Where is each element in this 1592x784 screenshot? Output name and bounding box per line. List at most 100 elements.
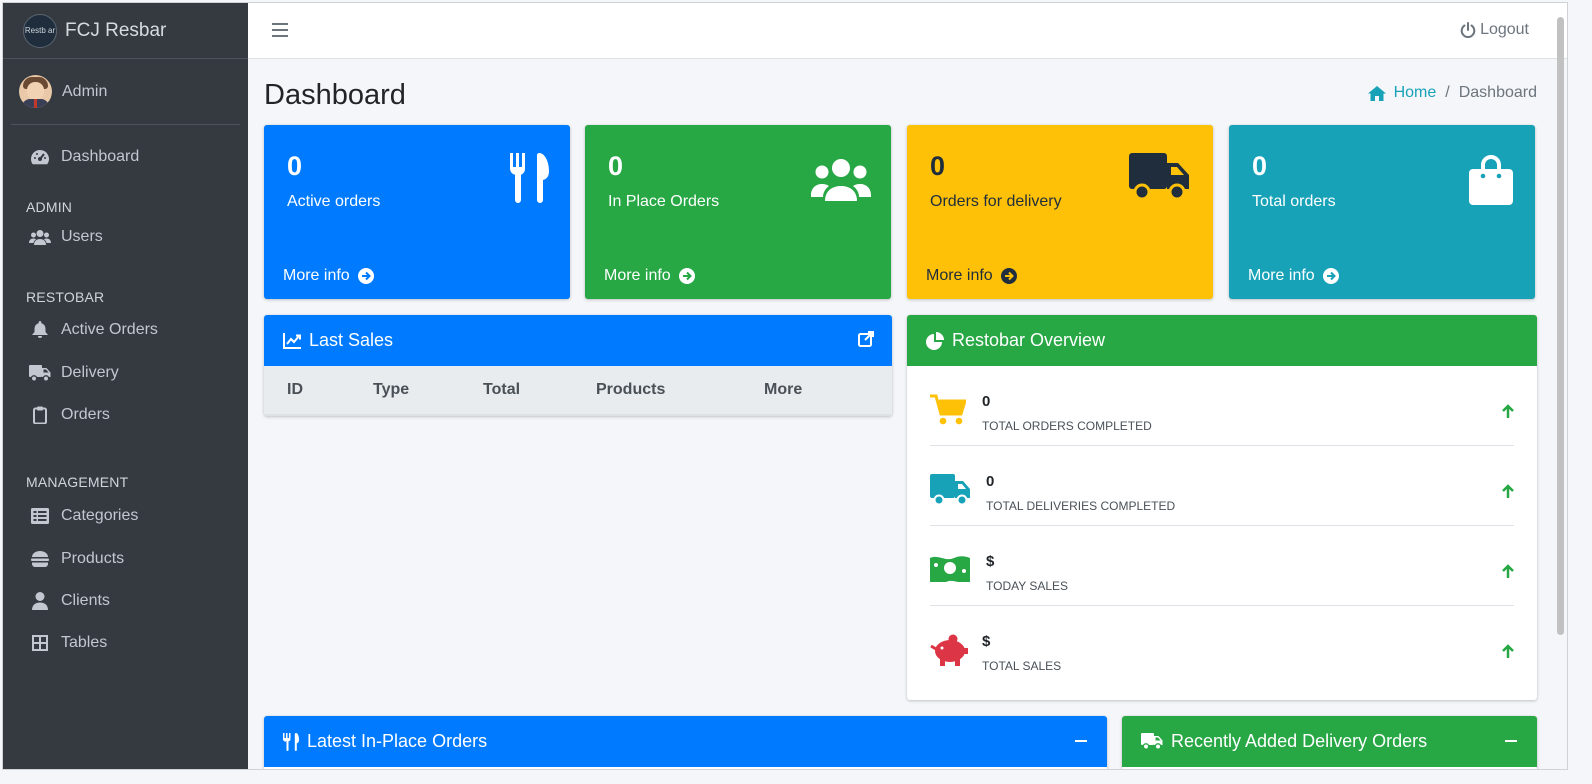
sidebar-item-clients[interactable]: Clients [3,580,248,622]
clipboard-icon [29,406,51,424]
user-icon [29,592,51,610]
last-sales-header: Last Sales [264,315,892,366]
overview-row-deliveries-completed: 0 TOTAL DELIVERIES COMPLETED [930,446,1514,526]
column-header-total[interactable]: Total [483,381,520,399]
more-info-link[interactable]: More info [283,267,374,285]
sidebar-item-tables[interactable]: Tables [3,622,248,664]
breadcrumb-current: Dashboard [1458,84,1537,101]
arrow-circle-right-icon [1000,268,1017,284]
logout-label: Logout [1480,21,1529,38]
collapse-minus-icon[interactable] [1505,740,1517,742]
card-title: Latest In-Place Orders [307,731,488,751]
breadcrumb-separator: / [1445,84,1450,101]
sidebar-item-label: Dashboard [61,148,140,165]
overview-label: TODAY SALES [986,579,1069,593]
stat-label: In Place Orders [608,193,720,210]
sidebar-item-users[interactable]: Users [3,217,248,257]
shopping-bag-icon [1469,155,1513,210]
home-icon [1367,85,1386,101]
sidebar-item-delivery[interactable]: Delivery [3,352,248,394]
utensils-icon [508,153,550,208]
stat-label: Orders for delivery [930,193,1062,210]
overview-header: Restobar Overview [907,315,1537,366]
overview-label: TOTAL ORDERS COMPLETED [982,419,1152,433]
sidebar-item-label: Tables [61,634,108,651]
avatar [19,75,52,108]
collapse-minus-icon[interactable] [1075,740,1087,742]
sidebar-item-categories[interactable]: Categories [3,494,248,538]
column-header-type[interactable]: Type [373,381,409,399]
external-link-icon[interactable] [858,331,874,352]
overview-value: $ [982,633,991,650]
stat-label: Active orders [287,193,381,210]
truck-icon [29,364,51,382]
sidebar-item-label: Clients [61,592,110,609]
cart-icon [930,394,968,431]
stat-box-orders-for-delivery: 0 Orders for delivery More info [907,125,1213,299]
brand-link[interactable]: Restb ar FCJ Resbar [3,3,248,59]
chart-line-icon [283,332,301,349]
sidebar-item-label: Active Orders [61,320,158,338]
logout-link[interactable]: Logout [1460,21,1529,39]
column-header-products[interactable]: Products [596,381,665,399]
stat-box-in-place-orders: 0 In Place Orders More info [585,125,891,299]
overview-value: 0 [982,393,991,410]
overview-row-today-sales: $ TODAY SALES [930,526,1514,606]
arrow-up-icon [1502,404,1514,423]
more-info-link[interactable]: More info [604,267,695,285]
sidebar-item-label: Delivery [61,364,119,381]
nav-header-restobar: RESTOBAR [26,289,105,305]
stat-value: 0 [287,151,303,181]
arrow-up-icon [1502,564,1514,583]
sidebar-item-label: Orders [61,406,110,423]
card-title: Last Sales [309,330,394,350]
restobar-overview-card: Restobar Overview 0 TOTAL ORDERS COMPLET… [907,315,1537,700]
hamburger-food-icon [29,550,51,568]
more-info-link[interactable]: More info [926,267,1017,285]
page-scrollbar[interactable] [1557,17,1564,635]
sidebar-item-orders[interactable]: Orders [3,394,248,436]
truck-icon [930,474,970,511]
sidebar-item-label: Users [61,228,103,245]
stat-value: 0 [1252,151,1268,181]
sidebar-item-products[interactable]: Products [3,538,248,580]
sidebar-item-dashboard[interactable]: Dashboard [3,137,248,177]
stat-box-total-orders: 0 Total orders More info [1229,125,1535,299]
truck-icon [1141,733,1163,750]
overview-row-orders-completed: 0 TOTAL ORDERS COMPLETED [930,366,1514,446]
recent-delivery-orders-card: Recently Added Delivery Orders [1122,716,1537,769]
list-icon [29,507,51,525]
recent-delivery-header: Recently Added Delivery Orders [1122,716,1537,767]
sidebar-nav: Dashboard ADMIN Users RESTOBAR Active Or… [3,125,248,664]
more-info-link[interactable]: More info [1248,267,1339,285]
overview-value: $ [986,553,995,570]
arrow-circle-right-icon [357,268,374,284]
breadcrumb-home-link[interactable]: Home [1367,84,1436,102]
arrow-circle-right-icon [678,268,695,284]
utensils-icon [283,732,299,751]
column-header-more[interactable]: More [764,381,802,399]
truck-icon [1129,153,1189,206]
tachometer-icon [29,148,51,166]
sidebar-item-active-orders[interactable]: Active Orders [3,307,248,352]
column-header-id[interactable]: ID [287,381,303,399]
latest-inplace-header: Latest In-Place Orders [264,716,1107,767]
arrow-up-icon [1502,644,1514,663]
sidebar-item-label: Products [61,550,125,567]
overview-label: TOTAL SALES [982,659,1062,673]
last-sales-card: Last Sales ID Type Total Products More [264,315,892,416]
users-icon [811,159,871,206]
content-wrapper: Dashboard Home / Dashboard 0 Active orde… [248,59,1567,769]
power-icon [1460,22,1476,38]
stat-value: 0 [930,151,946,181]
overview-list: 0 TOTAL ORDERS COMPLETED 0 TOTAL DELIVER… [907,366,1537,686]
top-navbar: Logout [248,3,1567,59]
stat-value: 0 [608,151,624,181]
sales-table-header: ID Type Total Products More [264,366,892,416]
card-title: Restobar Overview [952,330,1106,350]
page-title: Dashboard [264,79,406,111]
user-panel[interactable]: Admin [11,59,240,125]
menu-toggle-icon[interactable] [272,23,288,37]
sidebar: Restb ar FCJ Resbar Admin Dashboard ADMI… [3,3,248,769]
stat-box-active-orders: 0 Active orders More info [264,125,570,299]
